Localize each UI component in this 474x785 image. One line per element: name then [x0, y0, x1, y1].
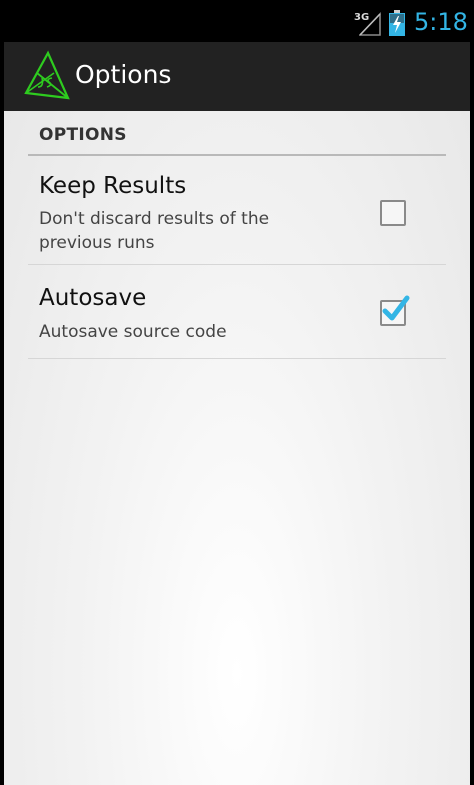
autosave-checkbox[interactable]: [380, 295, 410, 326]
list-divider: [28, 358, 446, 359]
action-bar: Options: [4, 42, 470, 111]
signal-icon: [359, 12, 381, 36]
status-time: 5:18: [414, 8, 468, 36]
js-triangle-logo-icon[interactable]: [22, 50, 72, 102]
autosave-title: Autosave: [39, 285, 147, 311]
battery-charging-icon: [389, 10, 405, 36]
page-title: Options: [75, 60, 172, 89]
section-divider: [28, 154, 446, 156]
checkmark-icon: [382, 295, 410, 321]
autosave-summary: Autosave source code: [39, 322, 227, 342]
keep-results-summary: Don't discard results of the previous ru…: [39, 209, 270, 253]
keep-results-title: Keep Results: [39, 173, 187, 199]
options-section-header: OPTIONS: [39, 125, 127, 145]
keep-results-checkbox[interactable]: [380, 200, 406, 226]
options-screen: Options OPTIONS Keep Results Don't disca…: [4, 42, 470, 785]
status-bar: 3G 5:18: [0, 0, 474, 42]
